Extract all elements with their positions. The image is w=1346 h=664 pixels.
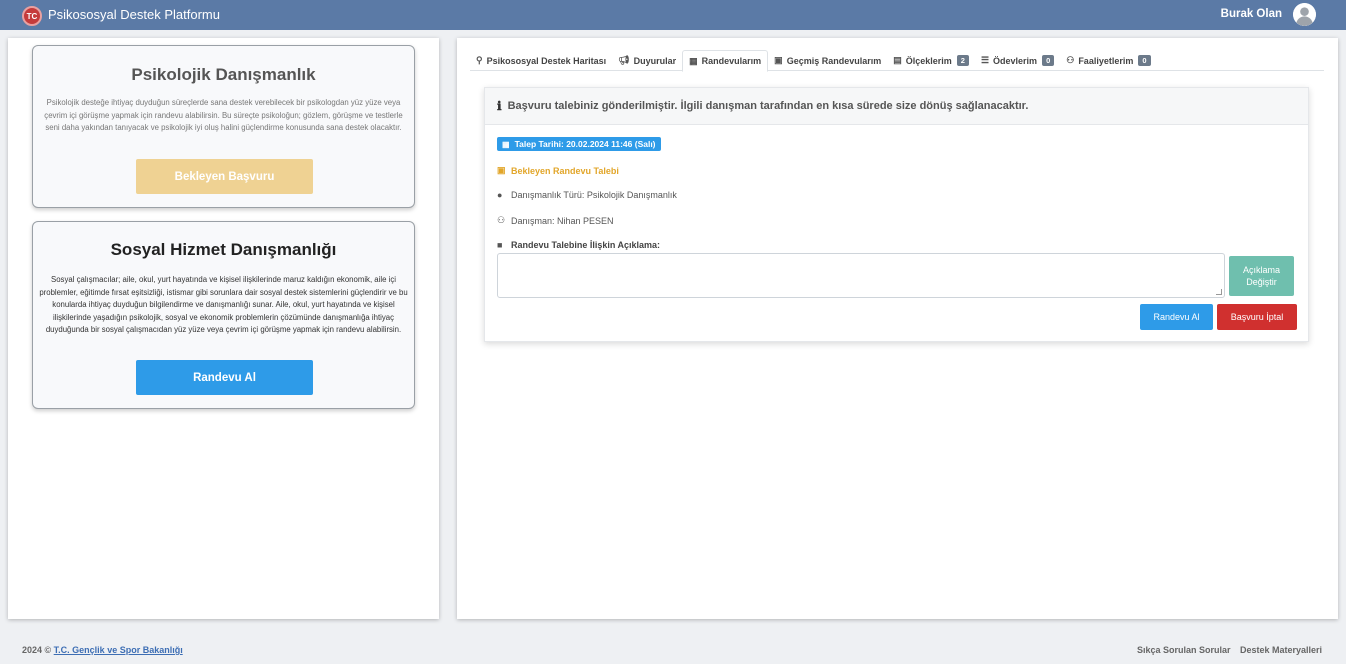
content-panel: ⚲ Psikososyal Destek Haritası 📢︎ Duyurular… xyxy=(457,38,1338,619)
card-title: Psikolojik Danışmanlık xyxy=(131,65,316,84)
note-icon: ■ xyxy=(497,240,503,250)
card-description: Psikolojik desteğe ihtiyaç duyduğun süre… xyxy=(44,98,403,132)
users-icon: ⚇ xyxy=(497,215,506,225)
calendar-icon: ▦ xyxy=(502,139,510,149)
tab-support-map[interactable]: ⚲ Psikososyal Destek Haritası xyxy=(470,50,612,71)
appointment-card: ℹ Başvuru talebiniz gönderilmiştir. İlgi… xyxy=(484,87,1309,342)
ministry-logo[interactable]: TC xyxy=(22,6,42,26)
tab-activities[interactable]: ⚇ Faaliyetlerim 0 xyxy=(1060,50,1156,71)
consult-type: ● Danışmanlık Türü: Psikolojik Danışmanl… xyxy=(497,190,677,200)
appointment-button[interactable]: Randevu Al xyxy=(1140,304,1213,330)
tab-scales[interactable]: ▤ Ölçeklerim 2 xyxy=(887,50,975,71)
cancel-application-button[interactable]: Başvuru İptal xyxy=(1217,304,1297,330)
count-badge: 0 xyxy=(1042,55,1055,66)
user-avatar-icon[interactable] xyxy=(1293,3,1316,26)
top-navbar: TC Psikososyal Destek Platformu Burak Ol… xyxy=(0,0,1346,30)
pending-application-button[interactable]: Bekleyen Başvuru xyxy=(136,159,313,194)
resize-handle-icon[interactable] xyxy=(1216,289,1222,295)
description-textarea[interactable] xyxy=(497,253,1225,298)
calendar-clock-icon: ▣ xyxy=(497,165,506,175)
copyright: 2024 © T.C. Gençlik ve Spor Bakanlığı xyxy=(22,645,183,655)
status-badge: ▣ Bekleyen Randevu Talebi xyxy=(497,165,619,176)
tab-past-appointments[interactable]: ▣ Geçmiş Randevularım xyxy=(768,50,887,71)
user-name[interactable]: Burak Olan xyxy=(1221,8,1282,20)
list-icon: ☰ xyxy=(980,55,990,65)
card-title: Sosyal Hizmet Danışmanlığı xyxy=(110,240,337,259)
social-service-card: Sosyal Hizmet Danışmanlığı Sosyal çalışm… xyxy=(32,221,415,409)
footer: 2024 © T.C. Gençlik ve Spor Bakanlığı Sı… xyxy=(0,632,1346,664)
app-title[interactable]: Psikososyal Destek Platformu xyxy=(48,7,220,22)
card-description: Sosyal çalışmacılar; aile, okul, yurt ha… xyxy=(39,275,408,334)
service-panel: Psikolojik Danışmanlık Psikolojik desteğ… xyxy=(8,38,439,619)
tab-appointments[interactable]: ▦ Randevularım xyxy=(682,50,769,72)
support-materials-link[interactable]: Destek Materyalleri xyxy=(1240,645,1322,655)
count-badge: 0 xyxy=(1138,55,1151,66)
info-icon: ℹ xyxy=(497,99,502,113)
ministry-link[interactable]: T.C. Gençlik ve Spor Bakanlığı xyxy=(54,645,183,655)
megaphone-icon: 📢︎ xyxy=(618,55,630,65)
tab-announcements[interactable]: 📢︎ Duyurular xyxy=(612,50,682,71)
get-appointment-button[interactable]: Randevu Al xyxy=(136,360,313,395)
tab-homework[interactable]: ☰ Ödevlerim 0 xyxy=(975,50,1060,71)
calendar-icon: ▦ xyxy=(689,55,698,66)
psychological-counseling-card: Psikolojik Danışmanlık Psikolojik desteğ… xyxy=(32,45,415,208)
count-badge: 2 xyxy=(956,55,969,66)
users-icon: ⚇ xyxy=(1066,55,1075,65)
tab-bar: ⚲ Psikososyal Destek Haritası 📢︎ Duyurular… xyxy=(470,50,1324,72)
faq-link[interactable]: Sıkça Sorulan Sorular xyxy=(1137,645,1231,655)
map-pin-icon: ⚲ xyxy=(476,55,483,65)
calendar-check-icon: ▣ xyxy=(774,55,783,65)
clipboard-icon: ▤ xyxy=(893,55,902,65)
info-message: ℹ Başvuru talebiniz gönderilmiştir. İlgi… xyxy=(485,88,1308,125)
chat-icon: ● xyxy=(497,190,503,200)
counselor-name: ⚇ Danışman: Nihan PESEN xyxy=(497,215,614,226)
edit-description-button[interactable]: Açıklama Değiştir xyxy=(1229,256,1294,296)
description-label: ■ Randevu Talebine İlişkin Açıklama: xyxy=(497,240,661,250)
request-date-badge: ▦ Talep Tarihi: 20.02.2024 11:46 (Salı) xyxy=(497,137,661,151)
